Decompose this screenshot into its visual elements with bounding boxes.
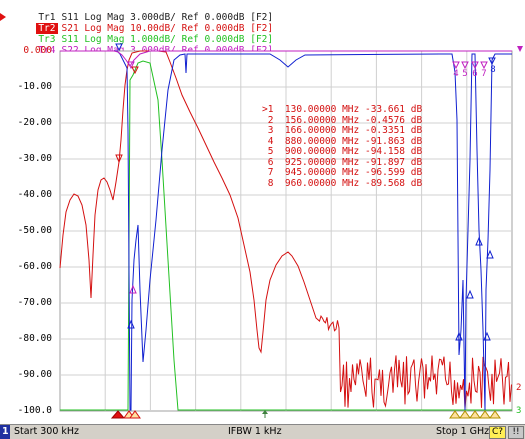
marker-index: 7	[262, 167, 285, 178]
marker-icon	[489, 410, 501, 419]
ref-arrow-icon	[517, 46, 523, 52]
status-bar: 1 Start 300 kHz IFBW 1 kHz Stop 1 GHz C?…	[0, 424, 525, 439]
marker-frequency: 156.00000 MHz	[284, 114, 365, 126]
marker-frequency: 945.00000 MHz	[284, 167, 365, 178]
marker-value: -96.599 dB	[364, 167, 423, 178]
marker-frequency: 925.00000 MHz	[284, 156, 365, 168]
top-marker-number: 5	[462, 69, 467, 79]
marker-icon	[469, 410, 481, 419]
marker-index: >1	[262, 104, 285, 115]
marker-value: -89.568 dB	[364, 177, 423, 189]
marker-index: 5	[262, 146, 285, 157]
marker-readout-row: 8 960.00000 MHz -89.568 dB	[262, 177, 423, 190]
marker-value: -94.158 dB	[364, 146, 423, 157]
marker-value: -0.3351 dB	[364, 125, 423, 136]
marker-value: -0.4576 dB	[364, 114, 423, 126]
marker-index: 4	[262, 135, 285, 147]
marker-frequency: 880.00000 MHz	[284, 135, 365, 147]
vna-analyzer-window: Tr1 S11 Log Mag 3.000dB/ Ref 0.000dB [F2]…	[0, 0, 525, 439]
status-ok-indicator[interactable]: !!	[508, 426, 524, 439]
top-marker-number: 6	[472, 69, 477, 79]
marker-icon	[449, 410, 461, 419]
marker-index: 2	[262, 114, 285, 126]
marker-icon	[459, 410, 471, 419]
marker-value: -91.863 dB	[364, 135, 423, 147]
marker-frequency: 130.00000 MHz	[284, 104, 365, 115]
marker-icon	[110, 410, 126, 419]
marker-index: 3	[262, 125, 285, 136]
marker-icon	[115, 43, 123, 52]
marker-index: 6	[262, 156, 285, 168]
ref-label-tr2: 2	[516, 383, 521, 393]
stop-frequency[interactable]: Stop 1 GHz	[436, 425, 489, 439]
marker-icon	[479, 410, 491, 419]
marker-frequency: 960.00000 MHz	[284, 177, 365, 189]
marker-value: -33.661 dB	[364, 104, 423, 115]
top-marker-number: 8	[490, 65, 495, 75]
start-frequency[interactable]: Start 300 kHz	[14, 425, 79, 439]
marker-value: -91.897 dB	[364, 156, 423, 168]
measurement-plot[interactable]: 4 5 6 7 8 2 3	[0, 0, 525, 424]
channel-number[interactable]: 1	[2, 425, 9, 439]
marker-index: 8	[262, 177, 285, 189]
ref-label-tr3: 3	[516, 406, 521, 416]
marker-frequency: 166.00000 MHz	[284, 125, 365, 136]
marker-frequency: 900.00000 MHz	[284, 146, 365, 157]
correction-indicator[interactable]: C?	[489, 426, 506, 439]
ifbw-value[interactable]: IFBW 1 kHz	[228, 425, 282, 439]
top-marker-number: 7	[481, 69, 486, 79]
top-marker-number: 4	[453, 69, 458, 79]
